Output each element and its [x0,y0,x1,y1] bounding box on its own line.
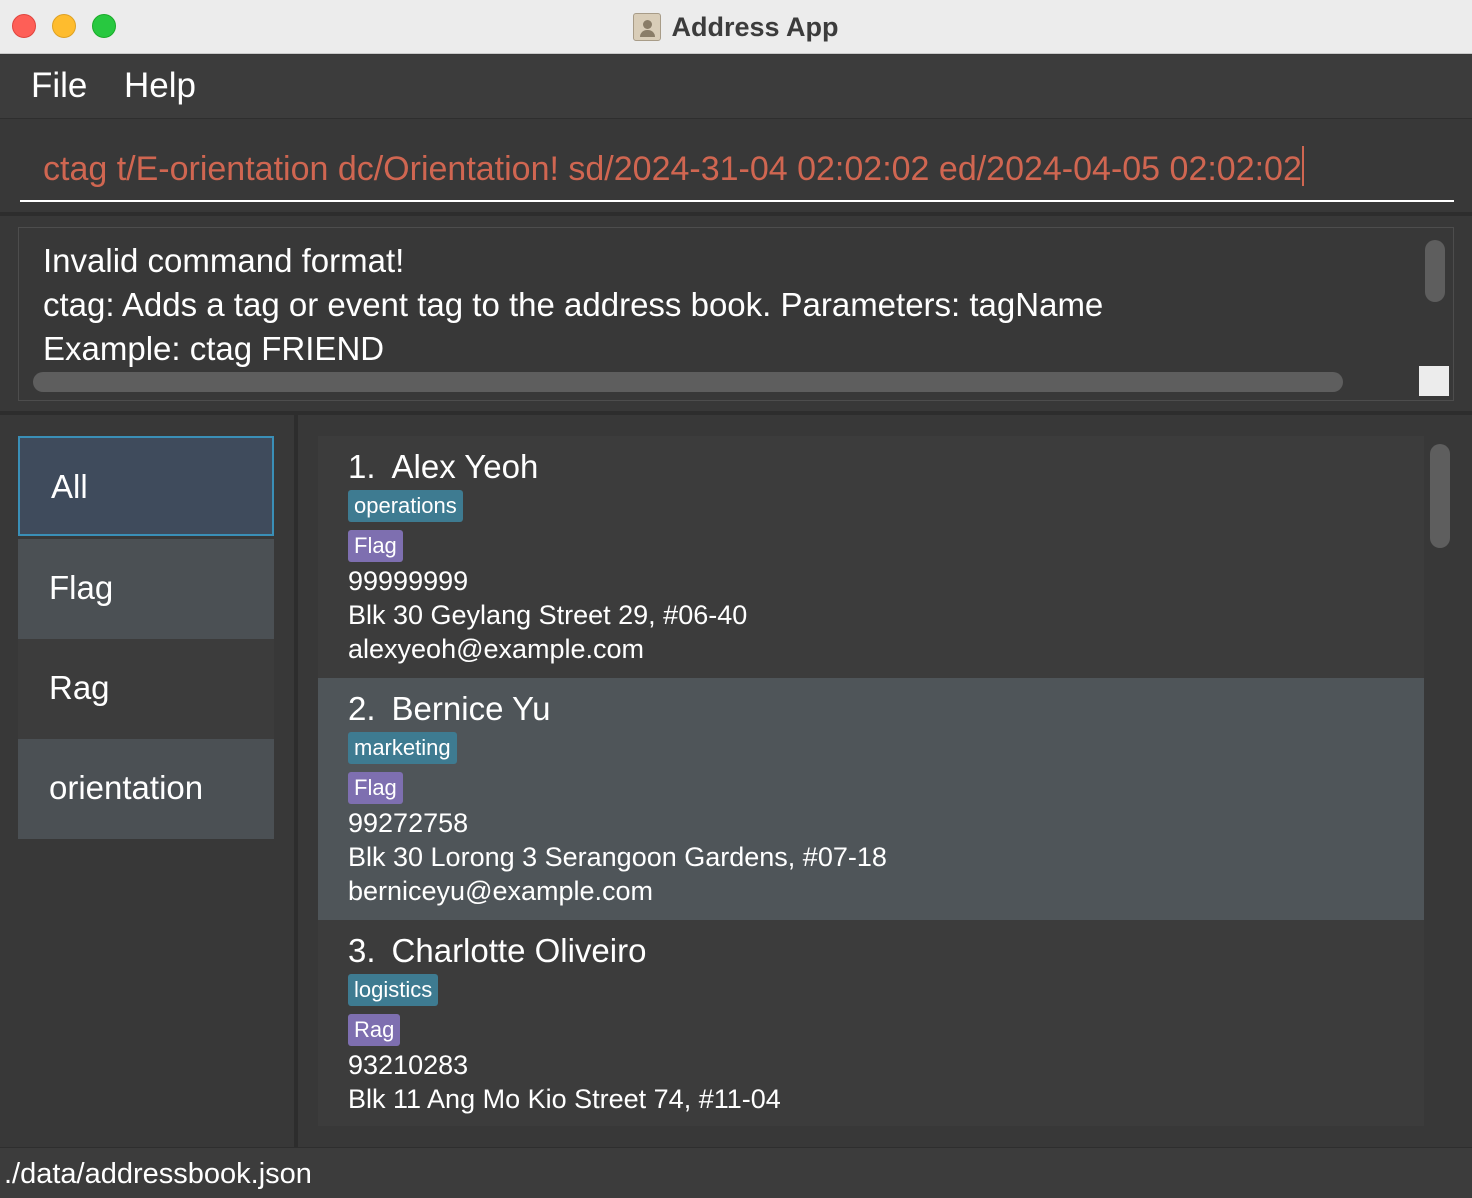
person-index: 3. [348,932,376,969]
result-horizontal-scrollbar[interactable] [33,372,1343,392]
result-line: Invalid command format! [43,242,405,279]
window-title: Address App [671,11,839,42]
app-window: Address App File Help ctag t/E-orientati… [0,0,1472,1198]
person-list: 1. Alex Yeoh operations Flag 99999999 Blk… [318,436,1424,1126]
divider [0,212,1472,216]
address-book-icon [633,13,662,41]
person-card[interactable]: 1. Alex Yeoh operations Flag 99999999 Blk… [318,436,1424,678]
person-name-text: Bernice Yu [391,690,551,727]
rag-tag: Rag [348,1014,401,1046]
command-box: ctag t/E-orientation dc/Orientation! sd/… [0,120,1472,214]
sidebar-item-all[interactable]: All [18,436,274,536]
scrollbar-corner [1419,366,1449,396]
save-file-path: ./data/addressbook.json [4,1158,312,1190]
command-input[interactable]: ctag t/E-orientation dc/Orientation! sd/… [20,138,1454,202]
person-email: alexyeoh@example.com [348,634,645,664]
sidebar-item-label: orientation [49,769,204,806]
person-card[interactable]: 2. Bernice Yu marketing Flag 99272758 Blk… [318,678,1424,920]
sidebar-item-label: Flag [49,569,114,606]
person-address: Blk 30 Lorong 3 Serangoon Gardens, #07-1… [348,842,887,872]
sidebar-item-label: All [51,468,88,505]
person-name-text: Alex Yeoh [391,448,539,485]
person-list-scrollbar[interactable] [1430,444,1450,548]
status-bar: ./data/addressbook.json [0,1147,1472,1198]
menu-help[interactable]: Help [124,66,196,106]
menu-bar: File Help [0,55,1472,119]
command-value: ctag t/E-orientation dc/Orientation! sd/… [43,150,1302,188]
sidebar-item-orientation[interactable]: orientation [18,739,274,839]
role-tag: operations [348,490,463,522]
text-caret [1301,146,1304,186]
sidebar-item-label: Rag [49,669,110,706]
window-title-group: Address App [0,0,1472,54]
result-vertical-scrollbar[interactable] [1425,240,1445,302]
title-bar: Address App [0,0,1472,54]
person-index: 1. [348,448,376,485]
result-display: Invalid command format! ctag: Adds a tag… [18,227,1454,401]
person-card[interactable]: 3. Charlotte Oliveiro logistics Rag 93210… [318,920,1424,1126]
person-name: 1. Alex Yeoh [348,448,538,486]
person-phone: 99272758 [348,808,469,838]
person-name-text: Charlotte Oliveiro [391,932,647,969]
person-name: 3. Charlotte Oliveiro [348,932,646,970]
flag-tag: Flag [348,772,403,804]
tag-sidebar: All Flag Rag orientation [0,415,294,1147]
menu-file[interactable]: File [31,66,87,106]
person-address: Blk 30 Geylang Street 29, #06-40 [348,600,748,630]
person-address: Blk 11 Ang Mo Kio Street 74, #11-04 [348,1084,781,1114]
flag-tag: Flag [348,530,403,562]
person-name: 2. Bernice Yu [348,690,551,728]
command-input-text: ctag t/E-orientation dc/Orientation! sd/… [43,146,1304,189]
result-line: ctag: Adds a tag or event tag to the add… [43,286,1104,323]
sidebar-item-flag[interactable]: Flag [18,539,274,639]
result-line: Example: ctag FRIEND [43,330,385,367]
person-phone: 99999999 [348,566,469,596]
person-phone: 93210283 [348,1050,469,1080]
person-index: 2. [348,690,376,727]
sidebar-item-rag[interactable]: Rag [18,639,274,739]
role-tag: logistics [348,974,439,1006]
person-email: berniceyu@example.com [348,876,654,906]
sidebar-divider [294,415,298,1147]
role-tag: marketing [348,732,457,764]
